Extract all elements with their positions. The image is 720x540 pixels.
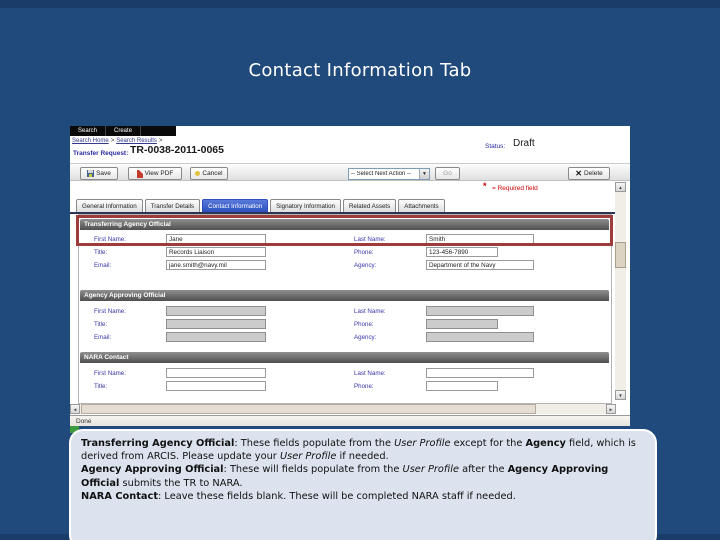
cancel-button[interactable]: Cancel xyxy=(190,167,228,180)
field-label: Title: xyxy=(94,321,108,328)
note-paragraph: Agency Approving Official: These will fi… xyxy=(81,464,609,489)
scroll-left-icon[interactable]: ◄ xyxy=(70,404,80,414)
nara-title-input[interactable] xyxy=(166,381,266,391)
scroll-right-icon[interactable]: ► xyxy=(606,404,616,414)
approving-title-input xyxy=(166,319,266,329)
menu-item-create[interactable]: Create xyxy=(106,126,142,136)
field-label: First Name: xyxy=(94,370,126,377)
slide-top-band xyxy=(0,0,720,8)
field-label: First Name: xyxy=(94,308,126,315)
field-label: Email: xyxy=(94,334,112,341)
status-value: Draft xyxy=(513,138,535,149)
slide: Contact Information Tab Search Create Se… xyxy=(0,0,720,540)
breadcrumb-separator: > xyxy=(110,138,115,144)
highlight-box xyxy=(76,215,613,246)
chevron-down-icon: ▼ xyxy=(419,169,429,179)
view-pdf-button[interactable]: View PDF xyxy=(128,167,182,180)
transferring-phone-input[interactable] xyxy=(426,247,498,257)
save-icon xyxy=(87,170,95,177)
tab-attachments[interactable]: Attachments xyxy=(398,199,445,212)
field-label: Agency: xyxy=(354,334,377,341)
approving-first-name-input xyxy=(166,306,266,316)
approving-email-input xyxy=(166,332,266,342)
section-header-nara-contact: NARA Contact xyxy=(80,352,609,363)
scroll-down-icon[interactable]: ▼ xyxy=(615,390,626,400)
cancel-icon xyxy=(195,171,201,176)
pdf-icon xyxy=(136,169,143,178)
required-field-note: = Required field xyxy=(492,185,538,192)
tab-transfer-details[interactable]: Transfer Details xyxy=(144,199,201,212)
field-label: Last Name: xyxy=(354,308,386,315)
approving-last-name-input xyxy=(426,306,534,316)
delete-button-label: Delete xyxy=(583,170,603,177)
field-label: Last Name: xyxy=(354,370,386,377)
transferring-title-input[interactable] xyxy=(166,247,266,257)
approving-phone-input xyxy=(426,319,498,329)
transferring-agency-input[interactable] xyxy=(426,260,534,270)
save-button[interactable]: Save xyxy=(80,167,118,180)
tab-bar: General Information Transfer Details Con… xyxy=(76,199,445,212)
go-button-label: Go xyxy=(443,170,452,177)
tab-contact-information[interactable]: Contact Information xyxy=(202,199,269,212)
cancel-button-label: Cancel xyxy=(202,170,223,177)
field-label: Title: xyxy=(94,249,108,256)
nara-last-name-input[interactable] xyxy=(426,368,534,378)
tab-signatory-information[interactable]: Signatory Information xyxy=(270,199,341,212)
field-label: Phone: xyxy=(354,321,374,328)
required-field-star: * xyxy=(483,181,487,191)
delete-button[interactable]: ✕ Delete xyxy=(568,167,610,180)
scroll-up-icon[interactable]: ▲ xyxy=(615,182,626,192)
nara-first-name-input[interactable] xyxy=(166,368,266,378)
field-label: Phone: xyxy=(354,383,374,390)
app-screenshot: Search Create Search Home > Search Results… xyxy=(70,126,630,426)
field-label: Phone: xyxy=(354,249,374,256)
field-label: Email: xyxy=(94,262,112,269)
field-label: Title: xyxy=(94,383,108,390)
status-label: Status: xyxy=(485,143,506,150)
field-label: Agency: xyxy=(354,262,377,269)
go-button[interactable]: Go xyxy=(435,167,460,180)
note-paragraph: NARA Contact: Leave these fields blank. … xyxy=(81,490,516,502)
next-action-selected-value: -- Select Next Action -- xyxy=(351,171,412,177)
transfer-request-number: TR-0038-2011-0065 xyxy=(130,144,224,156)
menu-item-search[interactable]: Search xyxy=(70,126,107,136)
section-header-agency-approving-official: Agency Approving Official xyxy=(80,290,609,301)
breadcrumb-link-search-home[interactable]: Search Home xyxy=(72,138,109,144)
notes-box: Transferring Agency Official: These fiel… xyxy=(69,429,657,540)
view-pdf-button-label: View PDF xyxy=(144,170,174,177)
tab-general-information[interactable]: General Information xyxy=(76,199,143,212)
tab-related-assets[interactable]: Related Assets xyxy=(342,199,397,212)
vertical-scrollbar-thumb[interactable] xyxy=(615,242,626,268)
nara-phone-input[interactable] xyxy=(426,381,498,391)
next-action-select[interactable]: -- Select Next Action -- ▼ xyxy=(348,168,430,180)
horizontal-scrollbar-thumb[interactable] xyxy=(81,404,536,414)
toolbar: Save View PDF Cancel -- Select Next Acti… xyxy=(70,163,630,181)
delete-x-icon: ✕ xyxy=(575,168,582,178)
vertical-scrollbar[interactable]: ▲ ▼ xyxy=(615,182,626,400)
note-paragraph: Transferring Agency Official: These fiel… xyxy=(81,438,636,463)
page-title: Contact Information Tab xyxy=(248,60,472,81)
horizontal-scrollbar[interactable]: ◄ ► xyxy=(70,404,616,414)
approving-agency-input xyxy=(426,332,534,342)
save-button-label: Save xyxy=(96,170,111,177)
menu-bar: Search Create xyxy=(70,126,176,136)
transfer-request-label: Transfer Request: xyxy=(73,150,129,157)
browser-statusbar: Done xyxy=(70,415,630,426)
transferring-email-input[interactable] xyxy=(166,260,266,270)
